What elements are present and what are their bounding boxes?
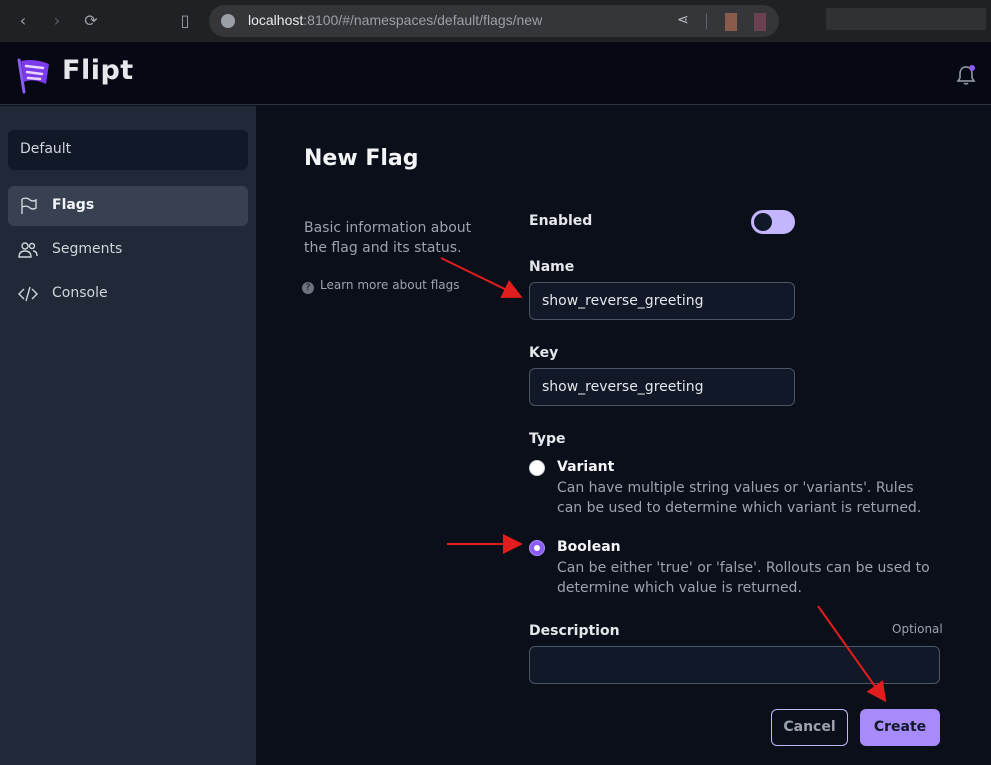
sidebar-item-flags[interactable]: Flags	[8, 186, 248, 226]
reload-icon[interactable]: ⟳	[80, 10, 102, 32]
divider	[706, 13, 707, 29]
main-content: New Flag Basic information about the fla…	[256, 106, 991, 765]
type-label: Type	[529, 431, 566, 447]
sidebar-item-label: Console	[52, 285, 108, 301]
boolean-option-title: Boolean	[557, 539, 621, 555]
variant-option-description: Can have multiple string values or 'vari…	[557, 480, 922, 516]
enabled-label: Enabled	[529, 213, 593, 229]
boolean-radio[interactable]	[529, 540, 545, 556]
create-button[interactable]: Create	[860, 709, 940, 746]
code-icon	[18, 286, 38, 302]
share-icon[interactable]: ⋖	[677, 12, 689, 28]
url-text[interactable]: localhost:8100/#/namespaces/default/flag…	[248, 12, 542, 28]
optional-hint: Optional	[892, 622, 943, 636]
sidebar-item-segments[interactable]: Segments	[8, 230, 248, 270]
name-label: Name	[529, 259, 575, 275]
flag-icon	[21, 197, 37, 214]
description-input[interactable]	[529, 646, 940, 684]
cancel-button[interactable]: Cancel	[771, 709, 848, 746]
forward-icon[interactable]: ›	[46, 10, 68, 32]
name-input[interactable]	[529, 282, 795, 320]
notification-bell-icon[interactable]	[956, 64, 976, 86]
address-bar[interactable]: localhost:8100/#/namespaces/default/flag…	[209, 5, 779, 37]
page-title: New Flag	[304, 146, 419, 171]
extensions-area[interactable]	[826, 8, 986, 30]
sidebar-item-console[interactable]: Console	[8, 274, 248, 314]
sidebar-item-label: Flags	[52, 197, 95, 213]
namespace-selector[interactable]: Default	[8, 130, 248, 170]
description-label: Description	[529, 623, 620, 639]
sidebar-item-label: Segments	[52, 241, 123, 257]
app-header: Flipt	[0, 42, 991, 105]
help-icon: ?	[302, 282, 314, 294]
enabled-toggle[interactable]	[751, 210, 795, 234]
variant-radio[interactable]	[529, 460, 545, 476]
sidebar: Default Flags Segments Console	[0, 106, 256, 765]
site-info-icon[interactable]	[221, 14, 235, 28]
boolean-option-description: Can be either 'true' or 'false'. Rollout…	[557, 560, 930, 596]
key-input[interactable]	[529, 368, 795, 406]
extension-icon[interactable]	[754, 13, 766, 31]
browser-toolbar: ‹ › ⟳ ▯ localhost:8100/#/namespaces/defa…	[0, 0, 991, 42]
bookmark-icon[interactable]: ▯	[174, 10, 196, 32]
section-description: Basic information about the flag and its…	[304, 220, 472, 256]
back-icon[interactable]: ‹	[12, 10, 34, 32]
app-name[interactable]: Flipt	[62, 55, 134, 86]
extension-icon[interactable]	[725, 13, 737, 31]
key-label: Key	[529, 345, 559, 361]
variant-option-title: Variant	[557, 459, 615, 475]
flipt-logo-icon[interactable]	[16, 56, 52, 94]
learn-more-link[interactable]: ? Learn more about flags	[302, 278, 459, 294]
toggle-knob	[754, 213, 772, 231]
users-icon	[18, 242, 38, 258]
